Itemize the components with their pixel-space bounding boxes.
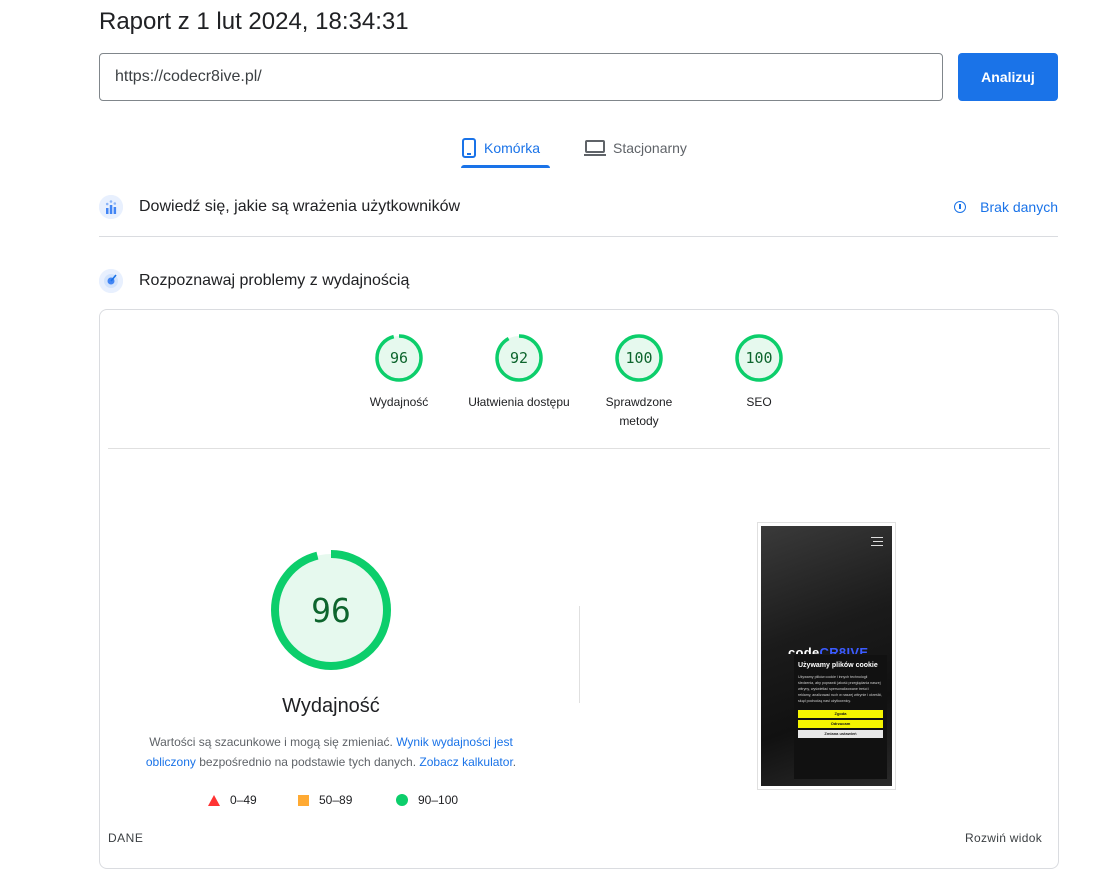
note-text: .	[512, 755, 517, 769]
legend-item-average: 50–89	[298, 793, 352, 807]
main-score-value: 96	[311, 590, 351, 630]
score-gauge-best-practices[interactable]: 100	[615, 334, 663, 382]
score-label: Ułatwienia dostępu	[468, 395, 570, 409]
active-tab-indicator	[461, 165, 550, 168]
vertical-separator	[579, 606, 580, 703]
section-divider	[99, 236, 1058, 237]
report-title: Raport z 1 lut 2024, 18:34:31	[99, 8, 409, 35]
report-card: 96 Wydajność 92 Ułatwienia dostępu 100 S…	[99, 309, 1059, 869]
screenshot-content: codeCR8IVE Używamy plików cookie Używamy…	[761, 526, 892, 786]
tab-desktop[interactable]: Stacjonarny	[584, 128, 687, 168]
main-score-gauge: 96	[270, 549, 392, 671]
tab-mobile-label: Komórka	[484, 140, 541, 156]
score-label: Wydajność	[369, 395, 429, 409]
legend-item-fail: 0–49	[208, 793, 257, 807]
cookie-settings-button: Zmiana ustawień	[798, 730, 883, 738]
score-legend: 0–49 50–89 90–100	[100, 793, 580, 811]
perf-section-title: Rozpoznawaj problemy z wydajnością	[139, 272, 410, 289]
score-value: 100	[745, 349, 773, 367]
phone-icon	[462, 138, 476, 158]
url-input[interactable]	[99, 53, 943, 101]
calculator-link[interactable]: Zobacz kalkulator	[419, 755, 512, 769]
ux-section-header: Dowiedź się, jakie są wrażenia użytkowni…	[99, 194, 1058, 220]
score-label: Sprawdzone metody	[605, 395, 673, 428]
score-note: Wartości są szacunkowe i mogą się zmieni…	[140, 732, 522, 772]
score-value: 92	[509, 349, 529, 367]
cookie-reject-button: Odrzucam	[798, 720, 883, 728]
main-score-title: Wydajność	[282, 695, 380, 717]
legend-range: 90–100	[418, 793, 459, 807]
laptop-icon	[584, 140, 606, 156]
cookie-title: Używamy plików cookie	[798, 662, 878, 669]
score-gauge-accessibility[interactable]: 92	[495, 334, 543, 382]
analyze-button[interactable]: Analizuj	[958, 53, 1058, 101]
card-divider	[108, 448, 1050, 449]
ux-section-title: Dowiedź się, jakie są wrażenia użytkowni…	[139, 198, 461, 215]
tab-desktop-label: Stacjonarny	[613, 140, 687, 156]
legend-range: 50–89	[319, 793, 353, 807]
triangle-icon	[208, 794, 220, 806]
score-gauge-seo[interactable]: 100	[735, 334, 783, 382]
legend-item-pass: 90–100	[396, 793, 458, 807]
site-logo: codeCR8IVE	[788, 645, 869, 654]
square-icon	[298, 794, 309, 806]
hamburger-menu-icon	[871, 537, 883, 546]
cookie-banner: Używamy plików cookie Używamy plików coo…	[794, 655, 887, 779]
cookie-text: Używamy plików cookie i innych technolog…	[798, 675, 883, 703]
circle-icon	[396, 794, 408, 806]
score-value: 100	[625, 349, 653, 367]
tab-mobile[interactable]: Komórka	[462, 128, 540, 168]
legend-range: 0–49	[230, 793, 257, 807]
score-value: 96	[389, 349, 409, 367]
info-icon	[954, 201, 967, 213]
ux-icon	[99, 195, 123, 219]
page-screenshot: codeCR8IVE Używamy plików cookie Używamy…	[757, 522, 896, 790]
note-text: Wartości są szacunkowe i mogą się zmieni…	[149, 735, 393, 749]
data-section-label: DANE	[108, 831, 144, 845]
note-text: bezpośrednio na podstawie tych danych.	[199, 755, 417, 769]
score-gauge-performance[interactable]: 96	[375, 334, 423, 382]
no-data-label: Brak danych	[980, 199, 1058, 215]
perf-section-header: Rozpoznawaj problemy z wydajnością	[99, 268, 1058, 294]
lighthouse-icon	[99, 269, 123, 293]
expand-view-link[interactable]: Rozwiń widok	[965, 831, 1042, 845]
score-label: SEO	[746, 395, 772, 409]
cookie-accept-button: Zgoda	[798, 710, 883, 718]
no-data-link[interactable]: Brak danych	[954, 199, 1058, 215]
device-tabs: Komórka Stacjonarny	[0, 128, 1116, 170]
